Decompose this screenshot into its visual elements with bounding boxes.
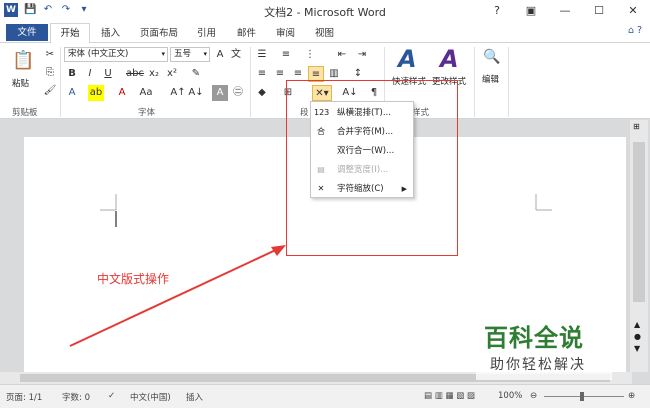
chinese-layout-menu: 123 纵横混排(T)... 合 合并字符(M)... 双行合一(W)... ▤… — [310, 101, 414, 198]
zoom-slider[interactable] — [544, 396, 624, 397]
page-count[interactable]: 页面: 1/1 — [6, 391, 42, 403]
two-lines-icon — [314, 144, 328, 158]
vertical-horizontal-icon: 123 — [314, 108, 330, 117]
language-indicator[interactable]: 中文(中国) — [130, 391, 171, 403]
menu-item-two-lines-in-one[interactable]: 双行合一(W)... — [311, 142, 413, 161]
view-buttons[interactable]: ▤ ▥ ▦ ▧ ▨ — [424, 391, 475, 401]
zoom-in-icon[interactable]: ⊕ — [628, 391, 635, 401]
menu-item-vertical-horizontal[interactable]: 123 纵横混排(T)... — [311, 104, 413, 123]
watermark-subtitle: 助你轻松解决 — [490, 357, 586, 373]
annotation-text: 中文版式操作 — [97, 272, 170, 286]
watermark: 百科全说 助你轻松解决 — [476, 318, 612, 380]
fit-text-icon: ▤ — [317, 165, 325, 174]
zoom-slider-thumb[interactable] — [580, 392, 584, 401]
status-bar: 页面: 1/1 字数: 0 ✓ 中文(中国) 插入 ▤ ▥ ▦ ▧ ▨ 100%… — [0, 384, 650, 408]
watermark-title: 百科全说 — [484, 324, 584, 352]
zoom-level[interactable]: 100% — [498, 391, 522, 401]
insert-mode[interactable]: 插入 — [186, 391, 203, 403]
menu-item-char-scaling[interactable]: ✕ 字符缩放(C) ▶ — [311, 180, 413, 199]
submenu-arrow-icon: ▶ — [401, 185, 407, 193]
combine-chars-icon: 合 — [317, 127, 325, 136]
menu-item-combine-chars[interactable]: 合 合并字符(M)... — [311, 123, 413, 142]
menu-item-fit-text: ▤ 调整宽度(I)... — [311, 161, 413, 180]
word-count[interactable]: 字数: 0 — [62, 391, 90, 403]
zoom-out-icon[interactable]: ⊖ — [530, 391, 537, 401]
char-scaling-icon: ✕ — [317, 184, 325, 193]
proofing-icon[interactable]: ✓ — [108, 391, 115, 401]
